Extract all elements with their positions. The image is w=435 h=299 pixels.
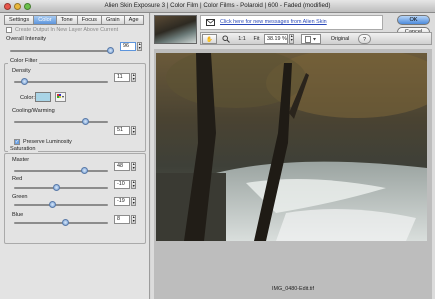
hand-tool-button[interactable]: ✋ <box>202 34 217 44</box>
green-thumb[interactable] <box>48 201 56 208</box>
master-field[interactable]: 48 <box>114 162 130 171</box>
title-bar: Alien Skin Exposure 3 | Color Film | Col… <box>0 0 435 13</box>
preserve-luminosity-label: Preserve Luminosity <box>23 139 72 145</box>
message-bar: Click here for new messages from Alien S… <box>200 15 383 30</box>
tab-bar: Settings Color Tone Focus Grain Age <box>4 15 144 25</box>
green-stepper[interactable]: ▲ ▼ <box>131 197 136 206</box>
zoom-1to1-button[interactable]: 1:1 <box>237 34 247 44</box>
blue-thumb[interactable] <box>61 219 69 226</box>
tab-settings[interactable]: Settings <box>4 15 34 25</box>
green-label: Green <box>12 194 28 200</box>
red-slider[interactable] <box>14 184 108 191</box>
zoom-tool-button[interactable] <box>220 34 232 44</box>
master-thumb[interactable] <box>80 167 88 174</box>
color-filter-title: Color Filter <box>8 58 40 64</box>
density-label: Density <box>12 68 31 74</box>
master-stepper[interactable]: ▲ ▼ <box>131 162 136 171</box>
overall-intensity-label: Overall Intensity <box>6 36 47 42</box>
window-title: Alien Skin Exposure 3 | Color Film | Col… <box>104 2 331 9</box>
master-label: Master <box>12 157 30 163</box>
tab-age[interactable]: Age <box>123 15 144 25</box>
cooling-warming-slider[interactable] <box>14 118 108 125</box>
original-button[interactable]: Original <box>329 34 351 44</box>
zoom-stepper[interactable]: ▲ ▼ <box>289 34 294 44</box>
controls-panel: Settings Color Tone Focus Grain Age Crea… <box>0 13 150 299</box>
red-stepper[interactable]: ▲ ▼ <box>131 180 136 189</box>
tab-grain[interactable]: Grain <box>100 15 124 25</box>
ok-button[interactable]: OK <box>397 15 430 25</box>
color-swatch[interactable] <box>35 92 51 102</box>
zoom-level-field[interactable]: 38.19 % <box>264 34 288 44</box>
red-label: Red <box>12 176 23 182</box>
tab-tone[interactable]: Tone <box>55 15 77 25</box>
overall-intensity-thumb[interactable] <box>106 47 114 54</box>
density-field[interactable]: 11 <box>114 73 130 82</box>
density-slider[interactable] <box>14 78 108 85</box>
blue-stepper[interactable]: ▲ ▼ <box>131 215 136 224</box>
preserve-luminosity-checkbox[interactable]: ✓ Preserve Luminosity <box>14 139 72 145</box>
saturation-title: Saturation <box>8 146 38 152</box>
forest-stream-photo <box>156 53 427 241</box>
green-field[interactable]: -19 <box>114 197 130 206</box>
overall-intensity-field[interactable]: 96 <box>120 42 136 51</box>
color-label: Color: <box>20 95 35 101</box>
overall-intensity-stepper[interactable]: ▲ ▼ <box>137 42 142 51</box>
alien-skin-messages-link[interactable]: Click here for new messages from Alien S… <box>220 19 327 25</box>
cooling-warming-field[interactable]: 51 <box>114 126 130 135</box>
create-output-label: Create Output In New Layer Above Current <box>15 27 119 33</box>
split-view-icon <box>305 36 316 43</box>
cooling-warming-label: Cooling/Warming <box>12 108 55 114</box>
preview-toolbar: ✋ 1:1 Fit 38.19 % ▲ ▼ Original ? <box>200 32 432 45</box>
create-output-box[interactable] <box>6 27 12 33</box>
thumbnail-preview[interactable] <box>154 15 197 44</box>
hand-icon: ✋ <box>206 37 213 43</box>
cooling-warming-thumb[interactable] <box>81 118 89 125</box>
density-stepper[interactable]: ▲ ▼ <box>131 73 136 82</box>
image-filename: IMG_0480-Edit.tif <box>272 286 314 292</box>
preserve-luminosity-box[interactable]: ✓ <box>14 139 20 145</box>
help-icon: ? <box>363 37 366 43</box>
overall-intensity-slider[interactable] <box>10 47 114 54</box>
tab-color[interactable]: Color <box>33 15 56 25</box>
green-slider[interactable] <box>14 201 108 208</box>
blue-slider[interactable] <box>14 219 108 226</box>
red-field[interactable]: -10 <box>114 180 130 189</box>
blue-label: Blue <box>12 212 24 218</box>
help-button[interactable]: ? <box>358 34 371 44</box>
cooling-warming-stepper[interactable]: ▲ ▼ <box>131 126 136 135</box>
fit-button[interactable]: Fit <box>252 34 261 44</box>
split-view-button[interactable] <box>301 34 321 44</box>
preview-image[interactable] <box>156 53 427 241</box>
create-output-checkbox[interactable]: Create Output In New Layer Above Current <box>6 27 118 33</box>
color-picker-button[interactable] <box>55 92 66 102</box>
master-slider[interactable] <box>14 167 108 174</box>
blue-field[interactable]: 8 <box>114 215 130 224</box>
magnifier-icon <box>222 35 230 43</box>
color-grid-icon <box>57 94 64 98</box>
envelope-icon <box>206 19 215 26</box>
tab-focus[interactable]: Focus <box>76 15 101 25</box>
preview-panel: Click here for new messages from Alien S… <box>151 13 435 299</box>
